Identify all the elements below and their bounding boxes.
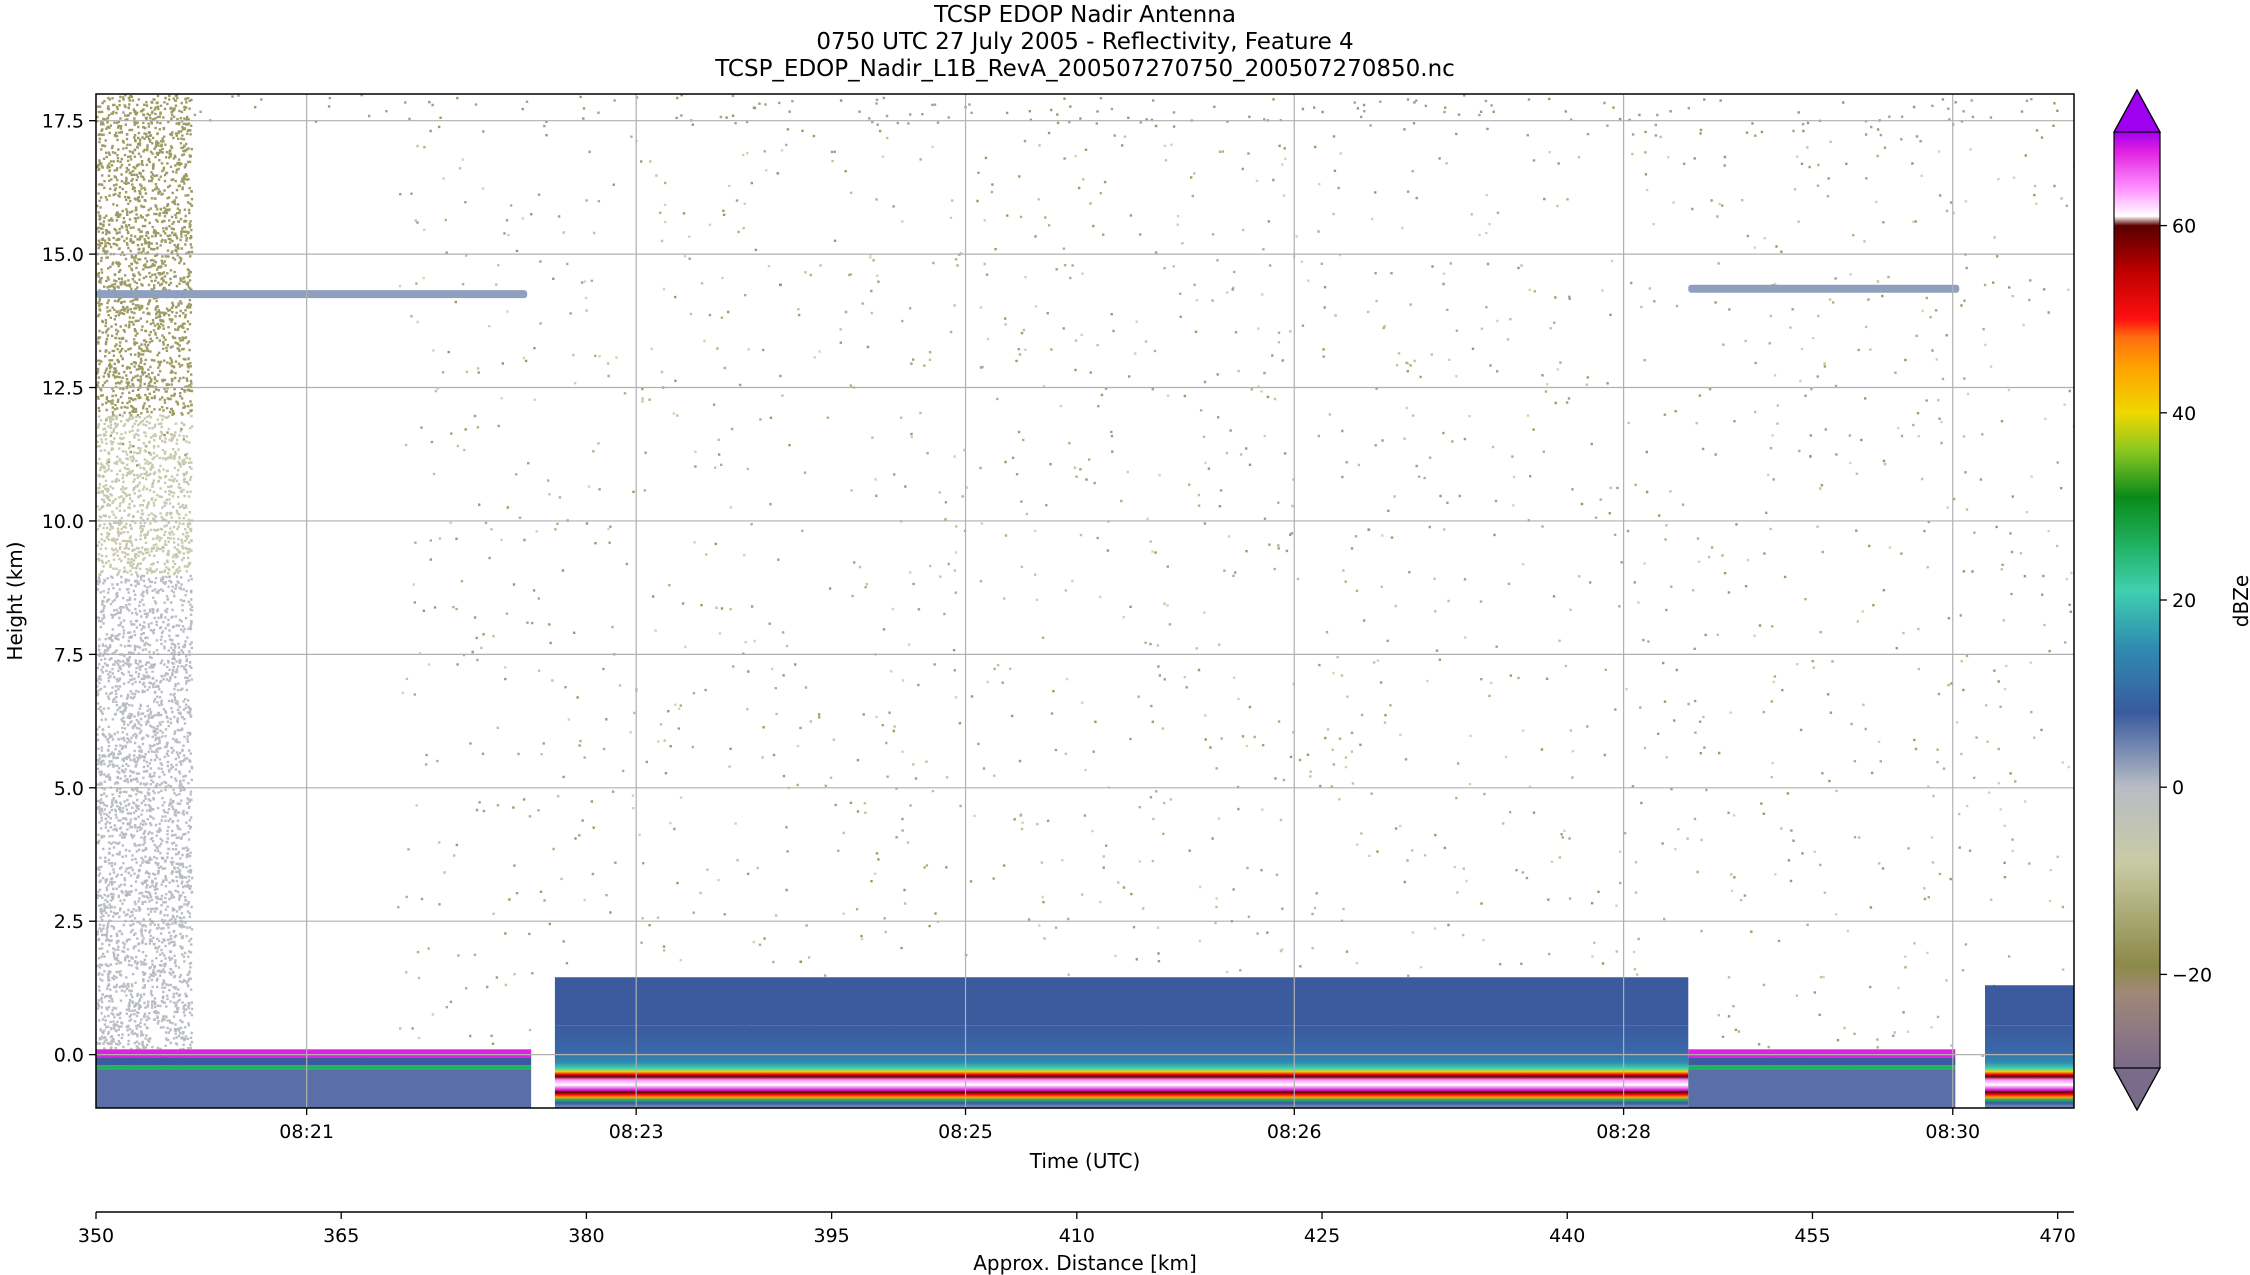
y-tick-label: 2.5 [54,911,84,933]
x2-tick-label: 350 [78,1225,114,1247]
surface-return [1984,1025,2074,1108]
colorbar-tick-label: 0 [2172,777,2184,799]
colorbar-gradient [2114,132,2160,1068]
surface-return [96,1057,532,1066]
x-axis-distance: 350 365 380 395 410 425 440 455 470 [78,1212,2076,1247]
colorbar-label: dBZe [2229,575,2250,627]
y-tick-label: 12.5 [42,378,84,400]
boundary-layer-echo [554,977,1689,1026]
x-axis-label: Time (UTC) [1029,1149,1141,1173]
x-tick-label: 08:21 [279,1121,334,1143]
colorbar-tick-label: −20 [2172,964,2212,986]
x2-axis-label: Approx. Distance [km] [973,1251,1197,1275]
x-axis-time: 08:21 08:23 08:25 08:26 08:28 08:30 [279,1108,1980,1143]
x-tick-label: 08:28 [1596,1121,1651,1143]
x-tick-label: 08:30 [1925,1121,1980,1143]
y-tick-label: 7.5 [54,644,84,666]
surface-return [1688,1057,1956,1066]
surface-return [96,1065,532,1070]
x-tick-label: 08:25 [938,1121,993,1143]
x2-tick-label: 425 [1304,1225,1340,1247]
surface-return [1688,1049,1956,1058]
colorbar-tick-label: 40 [2172,403,2196,425]
y-tick-label: 0.0 [54,1045,84,1067]
y-tick-label: 10.0 [42,511,84,533]
boundary-layer-echo [1984,985,2074,1026]
colorbar-extend-max [2112,88,2162,133]
colorbar: −20 0 20 40 60 [2112,88,2212,1112]
surface-return [554,1025,1689,1108]
x2-tick-label: 440 [1549,1225,1585,1247]
reflectivity-chart: 0.0 2.5 5.0 7.5 10.0 12.5 15.0 17.5 Height (km)… [3,88,2250,1275]
y-axis: 0.0 2.5 5.0 7.5 10.0 12.5 15.0 17.5 [42,111,96,1067]
y-axis-label: Height (km) [3,541,27,660]
x2-tick-label: 470 [2040,1225,2076,1247]
x2-tick-label: 380 [568,1225,604,1247]
surface-return [96,1049,532,1058]
colorbar-tick-label: 60 [2172,216,2196,238]
surface-return [96,1069,532,1108]
x2-tick-label: 410 [1059,1225,1095,1247]
x2-tick-label: 455 [1794,1225,1830,1247]
surface-return [1688,1069,1956,1108]
y-tick-label: 15.0 [42,244,84,266]
upper-echo-layer [1688,284,1960,293]
y-tick-label: 17.5 [42,111,84,133]
surface-return [1688,1065,1956,1070]
colorbar-extend-min [2112,1067,2162,1112]
colorbar-tick-label: 20 [2172,590,2196,612]
y-tick-label: 5.0 [54,778,84,800]
x-tick-label: 08:23 [609,1121,664,1143]
x2-tick-label: 365 [323,1225,359,1247]
x-tick-label: 08:26 [1267,1121,1322,1143]
upper-echo-layer [96,290,528,299]
x2-tick-label: 395 [813,1225,849,1247]
